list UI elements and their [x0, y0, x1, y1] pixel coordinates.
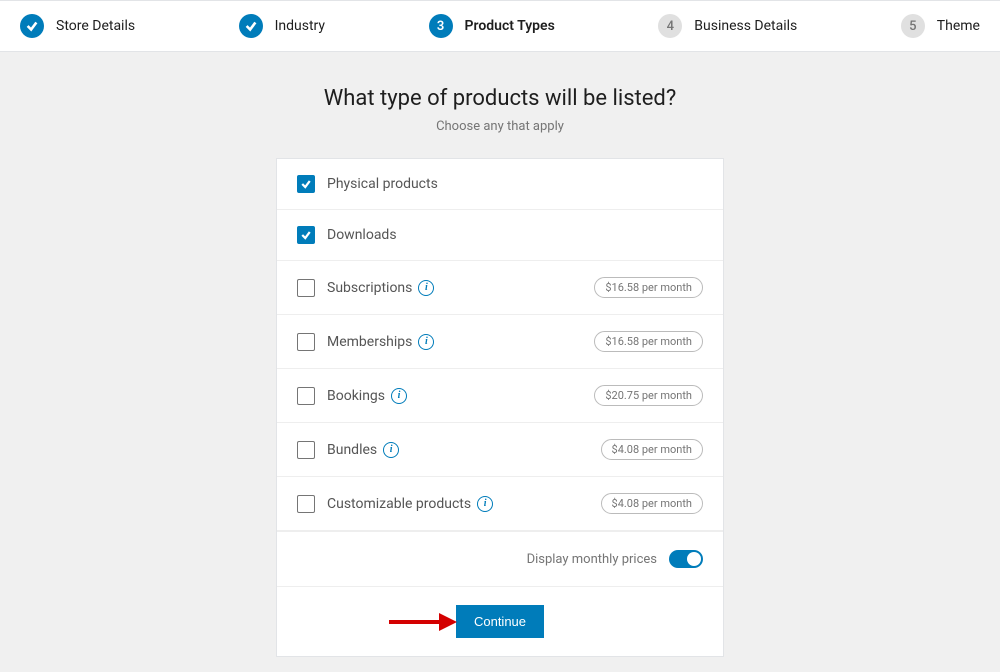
step-label: Theme	[937, 18, 980, 34]
product-types-card: Physical products Downloads Subscription…	[276, 158, 724, 657]
step-product-types[interactable]: 3 Product Types	[429, 14, 555, 38]
page-title: What type of products will be listed?	[324, 86, 676, 111]
step-number-icon: 3	[429, 14, 453, 38]
product-label: Bookings i	[327, 388, 582, 404]
price-badge: $4.08 per month	[601, 439, 703, 460]
step-industry[interactable]: Industry	[239, 14, 325, 38]
price-badge: $20.75 per month	[594, 385, 703, 406]
step-store-details[interactable]: Store Details	[20, 14, 135, 38]
checkmark-icon	[239, 14, 263, 38]
step-theme[interactable]: 5 Theme	[901, 14, 980, 38]
product-row-downloads[interactable]: Downloads	[277, 210, 723, 261]
step-label: Industry	[275, 18, 325, 34]
checkmark-icon	[20, 14, 44, 38]
arrow-annotation-icon	[387, 610, 457, 634]
monthly-prices-toggle[interactable]	[669, 550, 703, 568]
checkbox[interactable]	[297, 226, 315, 244]
info-icon[interactable]: i	[418, 334, 434, 350]
info-icon[interactable]: i	[391, 388, 407, 404]
checkbox[interactable]	[297, 333, 315, 351]
checkbox[interactable]	[297, 387, 315, 405]
product-row-bookings[interactable]: Bookings i $20.75 per month	[277, 369, 723, 423]
product-row-bundles[interactable]: Bundles i $4.08 per month	[277, 423, 723, 477]
toggle-row: Display monthly prices	[277, 531, 723, 587]
checkbox[interactable]	[297, 175, 315, 193]
step-number-icon: 4	[658, 14, 682, 38]
product-label: Downloads	[327, 227, 703, 243]
continue-button[interactable]: Continue	[456, 605, 544, 638]
info-icon[interactable]: i	[383, 442, 399, 458]
product-label: Customizable products i	[327, 496, 589, 512]
info-icon[interactable]: i	[418, 280, 434, 296]
step-label: Product Types	[465, 18, 555, 34]
step-label: Store Details	[56, 18, 135, 34]
step-label: Business Details	[694, 18, 797, 34]
page-subtitle: Choose any that apply	[436, 119, 564, 134]
price-badge: $16.58 per month	[594, 277, 703, 298]
price-badge: $4.08 per month	[601, 493, 703, 514]
product-label: Subscriptions i	[327, 280, 582, 296]
product-label: Bundles i	[327, 442, 589, 458]
product-row-subscriptions[interactable]: Subscriptions i $16.58 per month	[277, 261, 723, 315]
checkbox[interactable]	[297, 495, 315, 513]
product-label: Physical products	[327, 176, 703, 192]
step-business-details[interactable]: 4 Business Details	[658, 14, 797, 38]
checkbox[interactable]	[297, 441, 315, 459]
product-row-memberships[interactable]: Memberships i $16.58 per month	[277, 315, 723, 369]
info-icon[interactable]: i	[477, 496, 493, 512]
toggle-label: Display monthly prices	[527, 552, 657, 567]
wizard-stepper: Store Details Industry 3 Product Types 4…	[0, 0, 1000, 52]
product-row-physical[interactable]: Physical products	[277, 159, 723, 210]
card-footer: Continue	[277, 587, 723, 656]
product-label: Memberships i	[327, 334, 582, 350]
product-row-customizable[interactable]: Customizable products i $4.08 per month	[277, 477, 723, 531]
page-body: What type of products will be listed? Ch…	[0, 52, 1000, 657]
price-badge: $16.58 per month	[594, 331, 703, 352]
checkbox[interactable]	[297, 279, 315, 297]
step-number-icon: 5	[901, 14, 925, 38]
